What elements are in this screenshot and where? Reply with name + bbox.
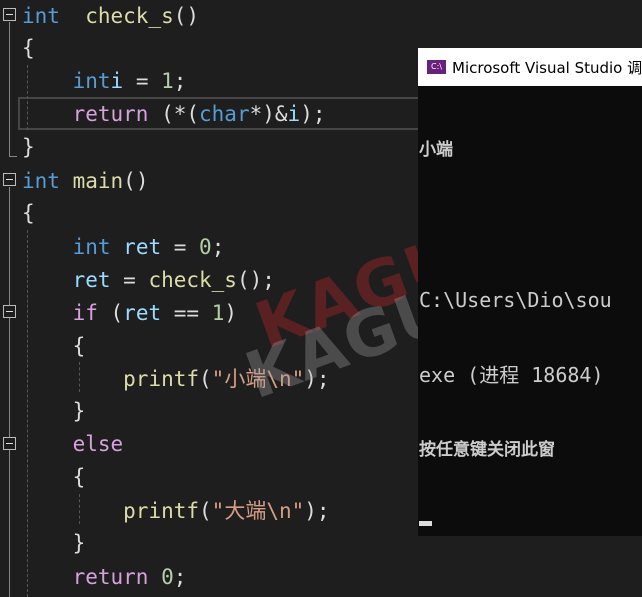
code-line: { — [22, 330, 86, 363]
code-token: ret — [123, 235, 162, 259]
code-token: i — [110, 69, 124, 93]
console-cursor — [419, 521, 432, 526]
code-token: ( — [199, 367, 212, 391]
code-token: ); — [304, 499, 330, 523]
code-token: int — [22, 169, 60, 193]
code-token: ret — [123, 301, 162, 325]
code-line: if (ret == 1) — [22, 297, 237, 330]
code-token: int — [22, 4, 60, 28]
code-token: "大端\n" — [211, 499, 305, 523]
code-token: = — [123, 69, 162, 93]
visual-studio-console-icon: C:\ — [427, 60, 446, 74]
code-token: ); — [300, 102, 326, 126]
code-token: () — [123, 169, 149, 193]
fold-line-end — [9, 156, 17, 157]
code-token: = — [161, 235, 200, 259]
code-token: { — [22, 36, 35, 60]
code-token: *)& — [249, 102, 288, 126]
console-line: exe (进程 18684) — [419, 363, 604, 387]
code-token: 1 — [161, 69, 174, 93]
code-token: printf — [123, 499, 200, 523]
fold-line — [9, 22, 10, 157]
code-token: return — [72, 102, 149, 126]
code-token: = — [110, 268, 149, 292]
code-token: int — [72, 69, 111, 93]
code-line: { — [22, 197, 35, 230]
collapse-icon[interactable] — [3, 8, 16, 21]
code-token: int — [72, 235, 111, 259]
collapse-icon[interactable] — [3, 437, 16, 450]
code-line: ret = check_s(); — [22, 264, 275, 297]
code-token: ( — [199, 499, 212, 523]
console-output: 小端 C:\Users\Dio\sou exe (进程 18684) 按任意键关… — [418, 86, 642, 576]
code-token: { — [22, 465, 86, 489]
collapse-icon[interactable] — [3, 173, 16, 186]
code-line: int main() — [22, 165, 148, 198]
code-token: printf — [123, 367, 200, 391]
code-token: { — [22, 201, 35, 225]
code-token: main — [72, 169, 124, 193]
code-token: else — [72, 432, 124, 456]
code-line: inti = 1; — [22, 65, 187, 98]
code-token: ; — [173, 69, 187, 93]
code-line: { — [22, 32, 35, 65]
code-token: (*( — [148, 102, 200, 126]
code-token: ( — [97, 301, 124, 325]
code-token: return — [72, 565, 149, 589]
code-token: == — [161, 301, 212, 325]
console-line: 按任意键关闭此窗 — [419, 440, 555, 460]
console-titlebar[interactable]: C:\ Microsoft Visual Studio 调 — [418, 48, 642, 86]
code-token: } — [22, 531, 86, 555]
code-line: } — [22, 395, 86, 428]
code-token: { — [22, 334, 86, 358]
collapse-icon[interactable] — [3, 305, 16, 318]
code-token: 1 — [211, 301, 225, 325]
code-token: } — [22, 399, 86, 423]
debug-console-window[interactable]: C:\ Microsoft Visual Studio 调 小端 C:\User… — [418, 48, 642, 536]
fold-line — [9, 187, 10, 597]
code-line: int ret = 0; — [22, 231, 225, 264]
console-title: Microsoft Visual Studio 调 — [452, 58, 642, 77]
code-token: check_s — [148, 268, 237, 292]
code-token: ret — [72, 268, 111, 292]
code-token: 0 — [199, 235, 212, 259]
code-line: { — [22, 461, 86, 494]
code-line: else — [22, 428, 124, 461]
code-token: ; — [211, 235, 225, 259]
code-token: ; — [173, 565, 187, 589]
code-token: i — [287, 102, 301, 126]
console-line: C:\Users\Dio\sou — [419, 288, 612, 312]
code-line: return (*(char*)&i); — [22, 98, 326, 131]
console-line: 小端 — [419, 140, 453, 160]
code-line: int check_s() — [22, 0, 199, 33]
code-token: if — [72, 301, 98, 325]
code-line: printf("大端\n"); — [22, 495, 330, 528]
code-token: char — [199, 102, 250, 126]
code-line: } — [22, 131, 35, 164]
code-token: () — [173, 4, 200, 28]
code-token: ) — [224, 301, 237, 325]
code-token: check_s — [85, 4, 174, 28]
code-token: } — [22, 135, 35, 159]
code-line: return 0; — [22, 561, 187, 594]
code-token: 0 — [161, 565, 174, 589]
code-line: } — [22, 527, 86, 560]
